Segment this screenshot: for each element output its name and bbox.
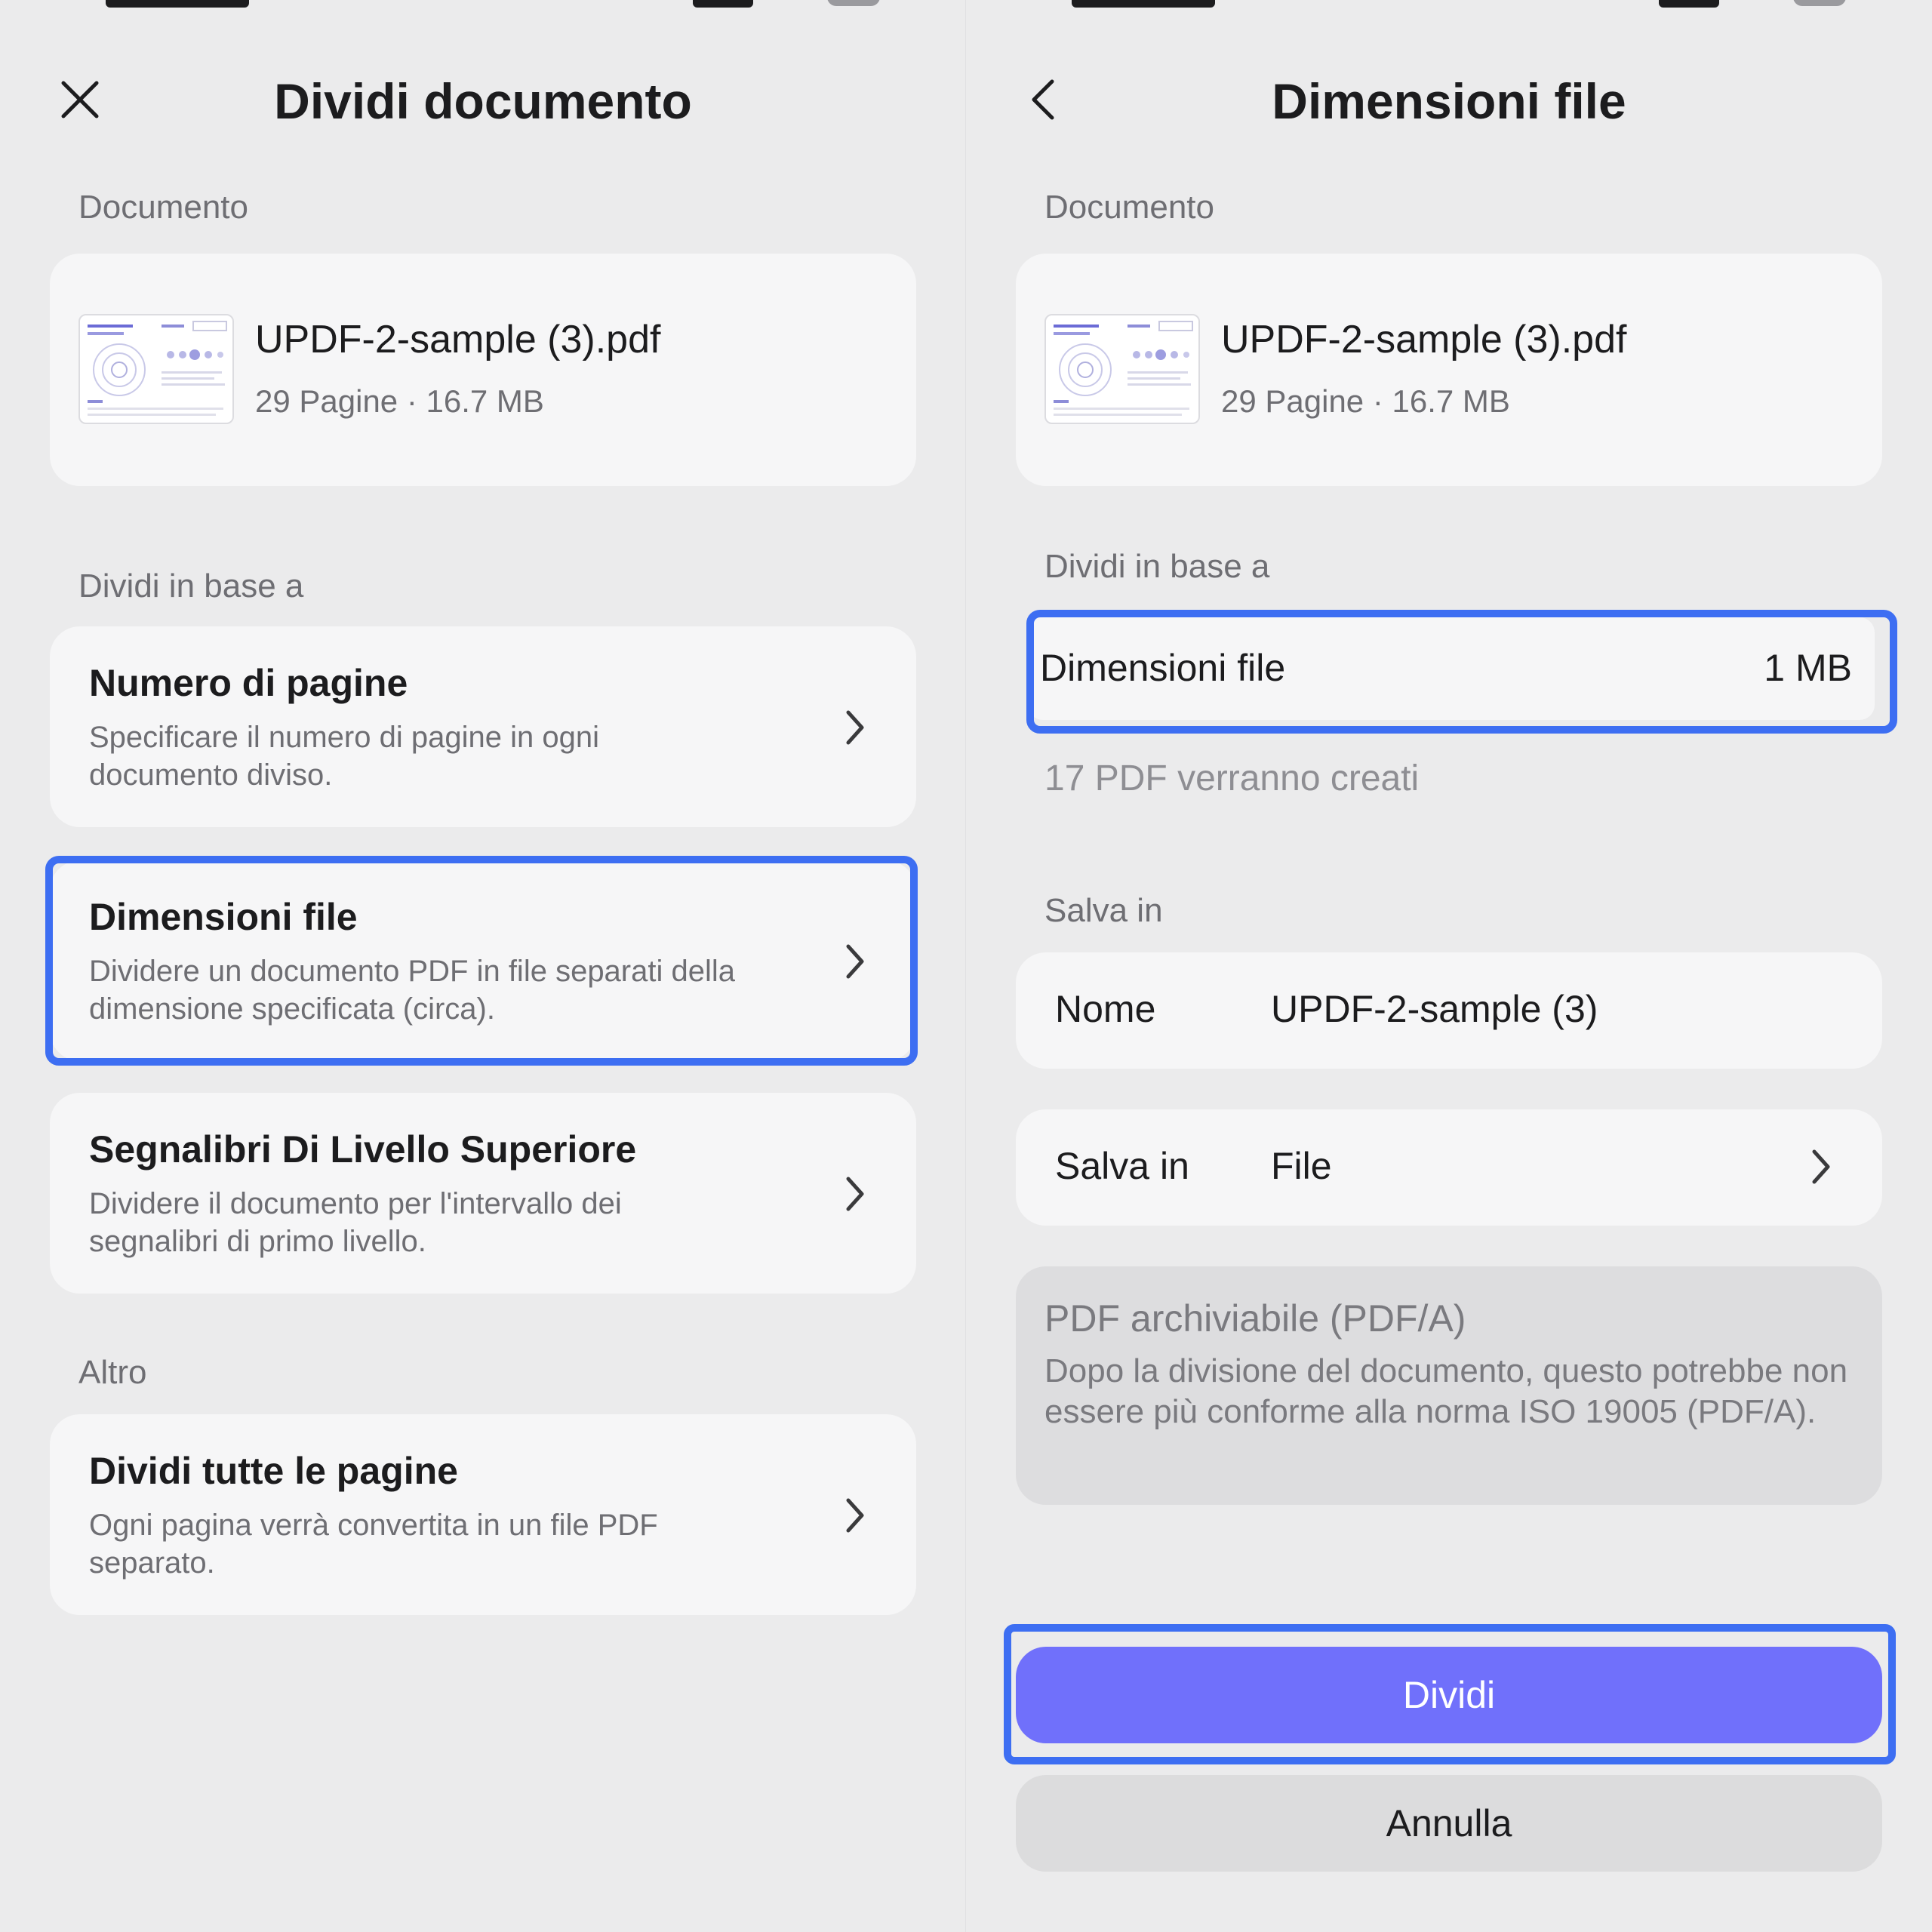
document-section-label: Documento bbox=[78, 189, 249, 226]
pdfa-description: Dopo la divisione del documento, questo … bbox=[1044, 1352, 1848, 1430]
status-time bbox=[106, 0, 249, 8]
result-note: 17 PDF verranno creati bbox=[1044, 758, 1420, 798]
option-bookmarks[interactable]: Segnalibri Di Livello Superiore Dividere… bbox=[50, 1093, 916, 1294]
status-time bbox=[1072, 0, 1215, 8]
chevron-right-icon bbox=[846, 1498, 864, 1533]
document-card: UPDF-2-sample (3).pdf 29 Pagine · 16.7 M… bbox=[50, 254, 916, 486]
document-thumbnail bbox=[78, 314, 234, 424]
name-value[interactable]: UPDF-2-sample (3) bbox=[1271, 987, 1598, 1031]
signal-icon bbox=[693, 0, 753, 8]
save-in-section-label: Salva in bbox=[1044, 892, 1163, 929]
file-size-label: Dimensioni file bbox=[1040, 647, 1286, 689]
split-by-section-label: Dividi in base a bbox=[78, 568, 304, 605]
signal-icon bbox=[1659, 0, 1719, 8]
file-meta: 29 Pagine · 16.7 MB bbox=[1221, 383, 1510, 419]
option-title: Dividi tutte le pagine bbox=[89, 1450, 458, 1492]
document-thumbnail bbox=[1044, 314, 1200, 424]
option-title: Numero di pagine bbox=[89, 662, 408, 704]
option-title: Dimensioni file bbox=[89, 896, 358, 938]
cancel-button[interactable]: Annulla bbox=[1016, 1775, 1882, 1872]
option-description: Specificare il numero di pagine in ogni … bbox=[89, 721, 599, 792]
file-name: UPDF-2-sample (3).pdf bbox=[255, 318, 661, 361]
file-meta: 29 Pagine · 16.7 MB bbox=[255, 383, 544, 419]
file-size-input-row[interactable]: Dimensioni file 1 MB bbox=[1028, 617, 1875, 720]
file-name: UPDF-2-sample (3).pdf bbox=[1221, 318, 1627, 361]
page-title: Dimensioni file bbox=[1272, 73, 1626, 129]
file-size-value[interactable]: 1 MB bbox=[1764, 646, 1852, 690]
option-description: Dividere il documento per l'intervallo d… bbox=[89, 1187, 622, 1258]
option-description: Dividere un documento PDF in file separa… bbox=[89, 955, 735, 1026]
battery-icon bbox=[827, 0, 880, 6]
option-split-all-pages[interactable]: Dividi tutte le pagine Ogni pagina verrà… bbox=[50, 1414, 916, 1615]
save-location-row[interactable]: Salva in File bbox=[1016, 1109, 1882, 1226]
option-file-size[interactable]: Dimensioni file Dividere un documento PD… bbox=[50, 860, 916, 1061]
chevron-right-icon bbox=[846, 710, 864, 745]
pdfa-notice: PDF archiviabile (PDF/A) Dopo la divisio… bbox=[1016, 1266, 1882, 1505]
document-card: UPDF-2-sample (3).pdf 29 Pagine · 16.7 M… bbox=[1016, 254, 1882, 486]
split-by-section-label: Dividi in base a bbox=[1044, 548, 1270, 585]
other-section-label: Altro bbox=[78, 1354, 147, 1391]
chevron-right-icon bbox=[846, 944, 864, 979]
save-location-value: File bbox=[1271, 1145, 1332, 1187]
option-page-count[interactable]: Numero di pagine Specificare il numero d… bbox=[50, 626, 916, 827]
file-size-screen: Dimensioni file Documento UPDF-2-sample … bbox=[966, 0, 1932, 1932]
split-button[interactable]: Dividi bbox=[1016, 1647, 1882, 1743]
option-description: Ogni pagina verrà convertita in un file … bbox=[89, 1509, 658, 1580]
chevron-right-icon bbox=[846, 1177, 864, 1211]
battery-icon bbox=[1793, 0, 1846, 6]
pdfa-title: PDF archiviabile (PDF/A) bbox=[1044, 1297, 1466, 1340]
name-row[interactable]: Nome UPDF-2-sample (3) bbox=[1016, 952, 1882, 1069]
document-section-label: Documento bbox=[1044, 189, 1215, 226]
page-title: Dividi documento bbox=[274, 73, 692, 129]
option-title: Segnalibri Di Livello Superiore bbox=[89, 1128, 637, 1171]
name-label: Nome bbox=[1055, 988, 1156, 1030]
save-location-label: Salva in bbox=[1055, 1145, 1189, 1187]
chevron-right-icon bbox=[1812, 1149, 1830, 1184]
split-document-screen: Dividi documento Documento UPDF-2-sample… bbox=[0, 0, 966, 1932]
